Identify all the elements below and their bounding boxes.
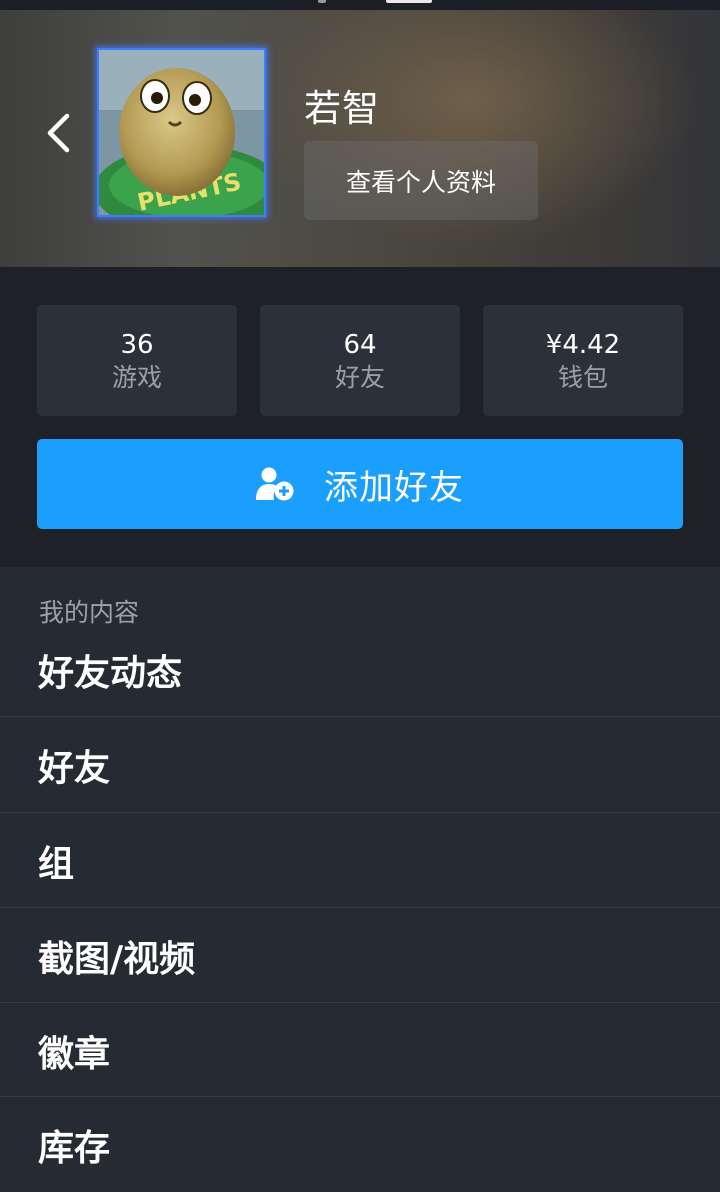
my-content-section: 我的内容 好友动态 好友 组 截图/视频 徽章 库存 (0, 567, 720, 1189)
view-profile-button[interactable]: 查看个人资料 (304, 141, 538, 220)
add-friend-label: 添加好友 (324, 467, 464, 508)
menu-item-screenshots-videos[interactable]: 截图/视频 (0, 908, 720, 1003)
status-bar (0, 0, 720, 10)
menu-item-inventory[interactable]: 库存 (0, 1097, 720, 1192)
status-indicator (318, 0, 326, 3)
stat-label: 游戏 (111, 363, 162, 392)
back-button[interactable] (36, 105, 80, 161)
menu-item-activity[interactable]: 好友动态 (0, 622, 720, 717)
stats-panel: 36 游戏 64 好友 ¥4.42 钱包 添加好友 (0, 267, 720, 567)
stat-value: 64 (343, 330, 377, 360)
stat-label: 好友 (334, 363, 385, 392)
add-friend-button[interactable]: 添加好友 (37, 439, 683, 529)
plant-avatar-icon: PLANTS (99, 50, 264, 215)
menu-item-groups[interactable]: 组 (0, 813, 720, 908)
stat-value: ¥4.42 (545, 330, 621, 360)
stat-label: 钱包 (557, 363, 608, 392)
status-pill (386, 0, 432, 3)
menu-item-friends[interactable]: 好友 (0, 717, 720, 812)
menu-item-badges[interactable]: 徽章 (0, 1003, 720, 1098)
stat-friends[interactable]: 64 好友 (260, 305, 460, 416)
stat-wallet[interactable]: ¥4.42 钱包 (483, 305, 683, 416)
username: 若智 (304, 87, 380, 130)
chevron-left-icon (47, 113, 70, 153)
avatar[interactable]: PLANTS (97, 48, 266, 217)
profile-header: PLANTS 若智 查看个人资料 (0, 10, 720, 267)
add-user-icon (256, 467, 294, 501)
stat-games[interactable]: 36 游戏 (37, 305, 237, 416)
stat-value: 36 (120, 330, 154, 360)
